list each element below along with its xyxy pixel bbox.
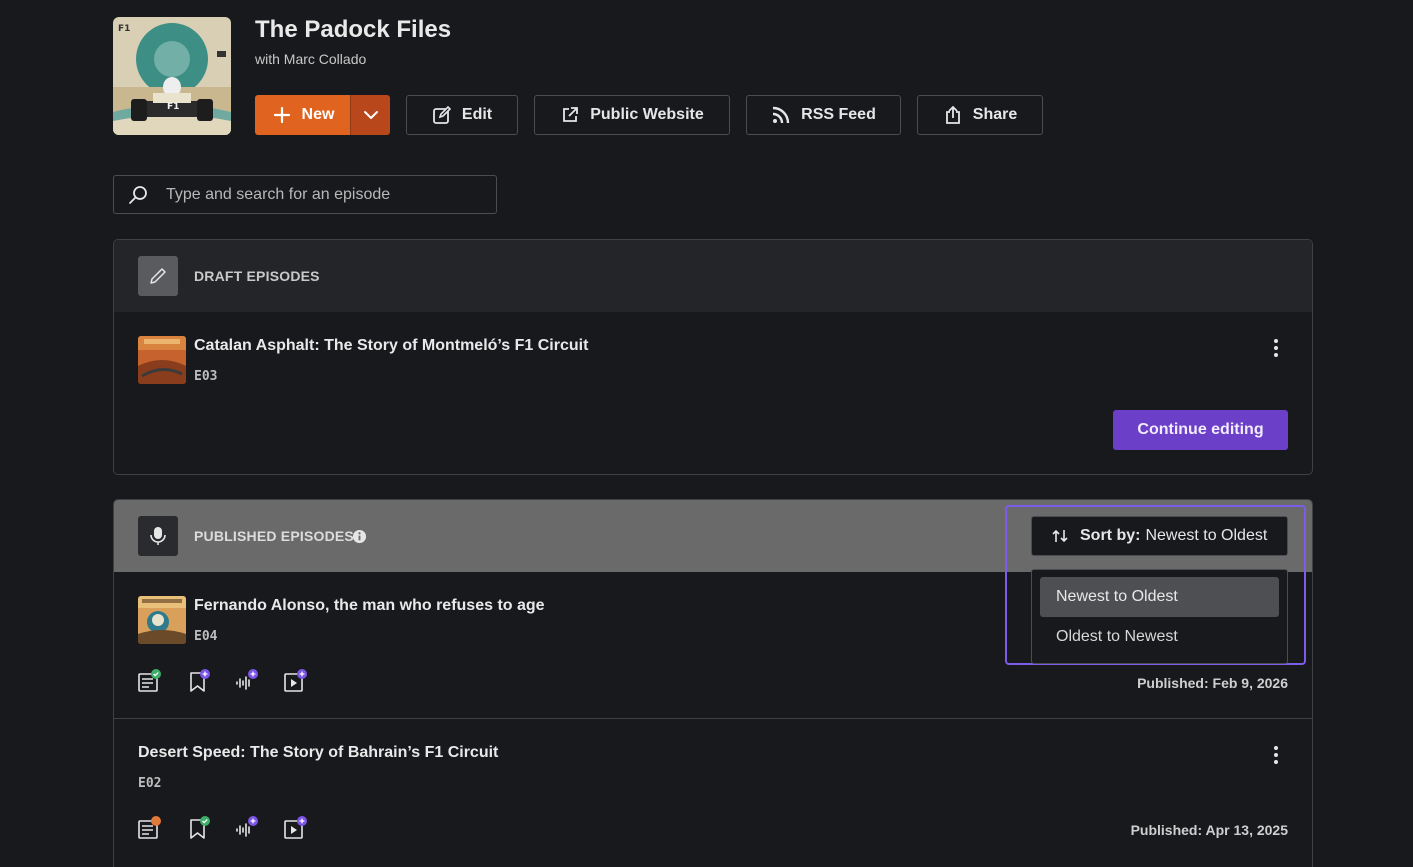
video-add-icon[interactable]: [282, 668, 308, 694]
podcast-cover-art: F1 F1: [113, 17, 231, 135]
episode-thumbnail: [138, 336, 186, 384]
new-options-dropdown-button[interactable]: [350, 95, 390, 135]
share-label: Share: [972, 106, 1018, 123]
transcript-pending-icon[interactable]: [136, 815, 162, 841]
svg-text:F1: F1: [118, 24, 130, 34]
rss-feed-button[interactable]: RSS Feed: [746, 95, 901, 135]
plus-icon: [273, 106, 290, 124]
sort-options-menu: Newest to Oldest Oldest to Newest: [1031, 569, 1288, 664]
sort-option-newest[interactable]: Newest to Oldest: [1040, 577, 1279, 617]
episode-search[interactable]: [113, 175, 497, 214]
edit-button-label: Edit: [461, 106, 493, 123]
sort-arrows-icon: [1052, 529, 1068, 543]
audio-wave-add-icon[interactable]: [234, 815, 260, 841]
episode-number: E04: [194, 629, 218, 644]
published-episodes-title: PUBLISHED EPISODES: [194, 528, 354, 544]
new-button-label: New: [301, 106, 335, 123]
bookmark-add-icon[interactable]: [186, 668, 212, 694]
draft-episode-title[interactable]: Catalan Asphalt: The Story of Montmeló’s…: [194, 337, 588, 355]
transcript-complete-icon[interactable]: [136, 668, 162, 694]
draft-episodes-header: DRAFT EPISODES: [114, 240, 1312, 312]
episode-title[interactable]: Fernando Alonso, the man who refuses to …: [194, 597, 545, 615]
info-icon[interactable]: [352, 529, 367, 544]
bookmark-complete-icon[interactable]: [186, 815, 212, 841]
share-icon: [945, 105, 960, 124]
rss-feed-label: RSS Feed: [801, 106, 876, 123]
search-input[interactable]: [166, 185, 496, 204]
external-link-icon: [563, 107, 579, 122]
podcast-title: The Padock Files: [255, 16, 452, 43]
episode-number: E02: [138, 776, 162, 791]
episode-divider: [114, 718, 1312, 719]
sort-value: Newest to Oldest: [1145, 527, 1268, 544]
pencil-icon: [138, 256, 178, 296]
continue-editing-button[interactable]: Continue editing: [1113, 410, 1288, 450]
draft-episode-number: E03: [194, 369, 218, 384]
svg-text:F1: F1: [167, 102, 179, 112]
sort-dropdown-button[interactable]: Sort by: Newest to Oldest: [1031, 516, 1288, 556]
episode-thumbnail: [138, 596, 186, 644]
more-options-icon[interactable]: [1266, 743, 1286, 767]
public-website-button[interactable]: Public Website: [534, 95, 730, 135]
chevron-down-icon: [363, 111, 378, 119]
sort-label: Sort by:: [1080, 527, 1141, 544]
search-icon: [129, 185, 147, 204]
video-add-icon[interactable]: [282, 815, 308, 841]
more-options-icon[interactable]: [1266, 336, 1286, 360]
podcast-host: with Marc Collado: [255, 51, 367, 67]
draft-episodes-title: DRAFT EPISODES: [194, 268, 320, 284]
share-button[interactable]: Share: [917, 95, 1043, 135]
publish-date: Published: Apr 13, 2025: [1130, 822, 1288, 838]
draft-episodes-panel: DRAFT EPISODES Catalan Asphalt: The Stor…: [113, 239, 1313, 475]
microphone-icon: [138, 516, 178, 556]
new-episode-button[interactable]: New: [255, 95, 351, 135]
rss-icon: [773, 106, 790, 124]
edit-button[interactable]: Edit: [406, 95, 518, 135]
publish-date: Published: Feb 9, 2026: [1137, 675, 1288, 691]
edit-icon: [432, 105, 452, 124]
sort-option-oldest[interactable]: Oldest to Newest: [1040, 617, 1279, 657]
episode-title[interactable]: Desert Speed: The Story of Bahrain’s F1 …: [138, 744, 498, 762]
audio-wave-add-icon[interactable]: [234, 668, 260, 694]
public-website-label: Public Website: [590, 106, 704, 123]
